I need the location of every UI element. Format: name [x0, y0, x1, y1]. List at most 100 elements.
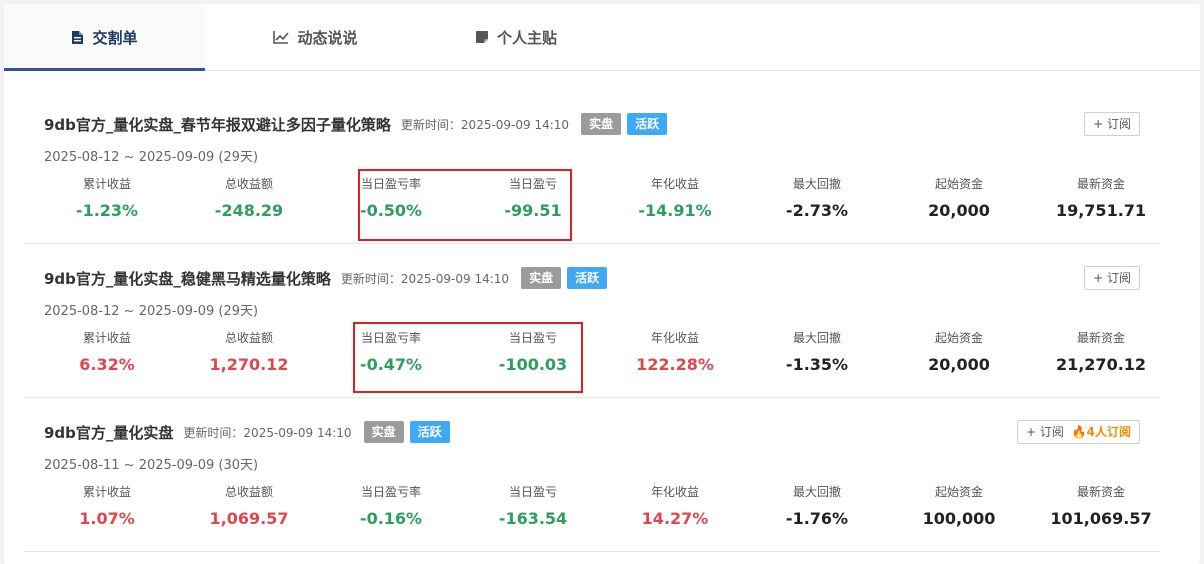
fire-icon: 🔥: [1071, 425, 1087, 439]
document-icon: [71, 30, 84, 45]
strategy-title[interactable]: 9db官方_量化实盘_稳健黑马精选量化策略: [44, 268, 331, 289]
stat-latest-capital: 最新资金 101,069.57: [1026, 482, 1176, 530]
strategy-header: 9db官方_量化实盘_稳健黑马精选量化策略 更新时间：2025-09-09 14…: [44, 266, 608, 290]
stat-value: 21,270.12: [1055, 355, 1147, 374]
strategy-title[interactable]: 9db官方_量化实盘_春节年报双避让多因子量化策略: [44, 114, 391, 135]
stat-initial-capital: 起始资金 20,000: [884, 328, 1034, 376]
update-time: 更新时间：2025-09-09 14:10: [340, 271, 510, 286]
stat-value: -1.76%: [785, 509, 849, 528]
stat-value: 101,069.57: [1050, 509, 1152, 528]
stat-value: 20,000: [928, 201, 990, 220]
stat-daily-pnl: 当日盈亏 -163.54: [458, 482, 608, 530]
stat-value: -1.23%: [75, 201, 139, 220]
tab-dynamic-posts[interactable]: 动态说说: [205, 4, 426, 70]
stat-annualized-return: 年化收益 122.28%: [600, 328, 750, 376]
trading-records-panel: 交割单 动态说说 个人主贴 9db官方_量化实盘_春节年报双避让多因子量化策略 …: [4, 4, 1200, 564]
stat-total-profit: 总收益额 1,069.57: [174, 482, 324, 530]
stat-value: 1,069.57: [209, 509, 289, 528]
stat-latest-capital: 最新资金 21,270.12: [1026, 328, 1176, 376]
stat-label: 累计收益: [82, 485, 131, 499]
stat-label: 当日盈亏率: [360, 485, 421, 499]
stat-value: 100,000: [922, 509, 996, 528]
stat-max-drawdown: 最大回撤 -1.76%: [742, 482, 892, 530]
strategy-header: 9db官方_量化实盘_春节年报双避让多因子量化策略 更新时间：2025-09-0…: [44, 112, 668, 136]
update-time: 更新时间：2025-09-09 14:10: [183, 425, 352, 440]
stat-value: 6.32%: [79, 355, 135, 374]
badge-active: 活跃: [567, 267, 608, 289]
stat-label: 累计收益: [82, 177, 131, 191]
chart-line-icon: [273, 30, 290, 44]
stat-label: 总收益额: [224, 177, 273, 191]
subscribe-label: + 订阅: [1025, 425, 1064, 439]
strategy-title[interactable]: 9db官方_量化实盘: [44, 422, 173, 443]
badge-live: 实盘: [363, 421, 404, 443]
stat-label: 累计收益: [82, 331, 131, 345]
stat-max-drawdown: 最大回撤 -2.73%: [742, 174, 892, 222]
stat-label: 最大回撤: [792, 177, 841, 191]
strategy-card: 9db官方_量化实盘 更新时间：2025-09-09 14:10 实盘 活跃 +…: [24, 398, 1160, 552]
stat-label: 起始资金: [934, 177, 983, 191]
subscribe-label: + 订阅: [1093, 117, 1131, 131]
stat-label: 当日盈亏: [508, 485, 557, 499]
badge-active: 活跃: [409, 421, 450, 443]
stat-label: 起始资金: [934, 331, 983, 345]
stat-value: 14.27%: [641, 509, 709, 528]
stat-label: 年化收益: [650, 485, 699, 499]
stat-cumulative-return: 累计收益 -1.23%: [32, 174, 182, 222]
tab-label: 交割单: [92, 28, 138, 47]
stat-cumulative-return: 累计收益 1.07%: [32, 482, 182, 530]
subscribe-button[interactable]: + 订阅 🔥4人订阅: [1016, 420, 1140, 444]
stat-value: 1.07%: [79, 509, 135, 528]
stat-daily-pnl-rate: 当日盈亏率 -0.16%: [316, 482, 466, 530]
stat-value: 122.28%: [636, 355, 714, 374]
subscribe-button[interactable]: + 订阅: [1084, 266, 1140, 290]
stat-label: 最大回撤: [792, 331, 841, 345]
stat-total-profit: 总收益额 -248.29: [174, 174, 324, 222]
subscribe-area: + 订阅 🔥4人订阅: [1016, 420, 1140, 444]
subscribe-label: + 订阅: [1093, 271, 1131, 285]
strategy-header: 9db官方_量化实盘 更新时间：2025-09-09 14:10 实盘 活跃: [44, 420, 450, 444]
stat-total-profit: 总收益额 1,270.12: [174, 328, 324, 376]
stat-initial-capital: 起始资金 20,000: [884, 174, 1034, 222]
tab-personal-posts[interactable]: 个人主贴: [426, 4, 606, 70]
stat-value: 20,000: [928, 355, 990, 374]
update-time: 更新时间：2025-09-09 14:10: [400, 117, 570, 132]
stat-cumulative-return: 累计收益 6.32%: [32, 328, 182, 376]
subscribe-area: + 订阅: [1084, 112, 1140, 136]
stat-label: 总收益额: [224, 485, 273, 499]
stat-value: -248.29: [214, 201, 284, 220]
stat-value: -14.91%: [638, 201, 712, 220]
stat-annualized-return: 年化收益 -14.91%: [600, 174, 750, 222]
stat-value: -163.54: [498, 509, 568, 528]
note-icon: [475, 30, 489, 44]
badge-live: 实盘: [581, 113, 622, 135]
stat-max-drawdown: 最大回撤 -1.35%: [742, 328, 892, 376]
stat-label: 总收益额: [224, 331, 273, 345]
date-range: 2025-08-11 ~ 2025-09-09 (30天): [44, 458, 259, 473]
date-range: 2025-08-12 ~ 2025-09-09 (29天): [44, 304, 259, 319]
date-range: 2025-08-12 ~ 2025-09-09 (29天): [44, 150, 259, 165]
stat-value: -0.16%: [359, 509, 423, 528]
stat-label: 年化收益: [650, 331, 699, 345]
stat-label: 最新资金: [1076, 331, 1125, 345]
stat-value: 19,751.71: [1055, 201, 1147, 220]
tab-label: 个人主贴: [496, 28, 557, 47]
subscriber-count: 🔥4人订阅: [1072, 425, 1131, 439]
tab-trade-records[interactable]: 交割单: [4, 4, 205, 71]
stat-label: 最大回撤: [792, 485, 841, 499]
tab-label: 动态说说: [297, 28, 358, 47]
stat-initial-capital: 起始资金 100,000: [884, 482, 1034, 530]
badge-live: 实盘: [521, 267, 562, 289]
stat-value: 1,270.12: [209, 355, 289, 374]
stat-label: 最新资金: [1076, 177, 1125, 191]
stat-annualized-return: 年化收益 14.27%: [600, 482, 750, 530]
subscribe-button[interactable]: + 订阅: [1084, 112, 1140, 136]
subscriber-count-text: 4人订阅: [1086, 425, 1131, 439]
strategy-card: 9db官方_量化实盘_春节年报双避让多因子量化策略 更新时间：2025-09-0…: [24, 90, 1160, 244]
stat-value: -1.35%: [785, 355, 849, 374]
strategy-card: 9db官方_量化实盘_稳健黑马精选量化策略 更新时间：2025-09-09 14…: [24, 244, 1160, 398]
daily-pnl-highlight-box: [358, 169, 572, 241]
stat-latest-capital: 最新资金 19,751.71: [1026, 174, 1176, 222]
stat-label: 最新资金: [1076, 485, 1125, 499]
badge-active: 活跃: [627, 113, 668, 135]
